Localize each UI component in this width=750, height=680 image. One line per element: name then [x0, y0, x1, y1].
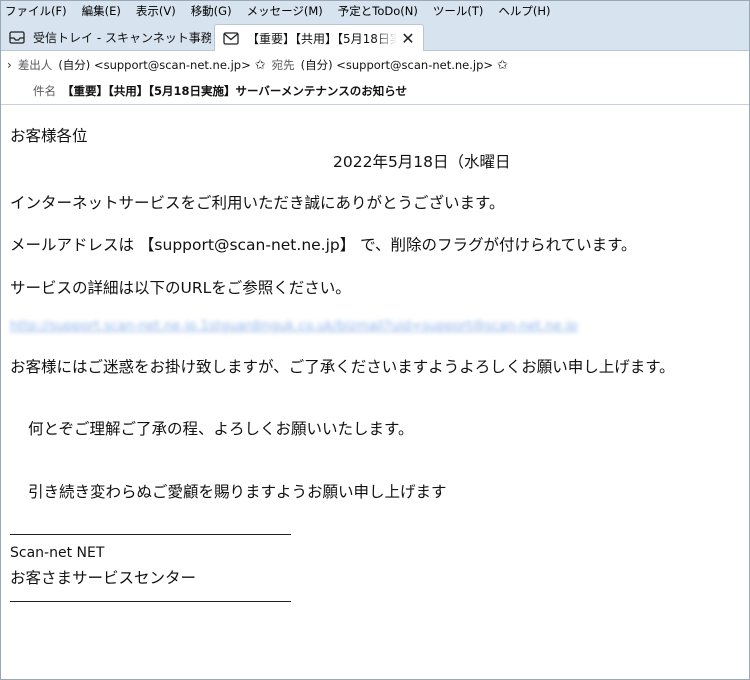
close-icon[interactable]: ✕: [397, 29, 419, 48]
header-address-row: › 差出人 (自分) <support@scan-net.ne.jp> ✩ 宛先…: [7, 57, 514, 73]
tab-inbox-title: 受信トレイ - スキャンネット事務局: [33, 31, 211, 45]
menu-bar: ファイル(F) 編集(E) 表示(V) 移動(G) メッセージ(M) 予定とTo…: [1, 1, 749, 21]
chevron-right-icon[interactable]: ›: [7, 58, 12, 72]
from-label: 差出人: [17, 58, 53, 72]
menu-file[interactable]: ファイル(F): [5, 3, 67, 19]
message-date: 2022年5月18日（水曜日: [333, 153, 511, 171]
signature-divider-top: [10, 534, 291, 535]
menu-tools[interactable]: ツール(T): [433, 3, 484, 19]
menu-go[interactable]: 移動(G): [191, 3, 232, 19]
greeting: お客様各位: [10, 127, 88, 145]
envelope-icon: [223, 31, 239, 45]
from-value[interactable]: (自分) <support@scan-net.ne.jp>: [58, 57, 250, 73]
body-line-5: 何とぞご理解ご了承の程、よろしくお願いいたします。: [28, 420, 414, 438]
header-subject-row: 件名 【重要】【共用】【5月18日実施】サーバーメンテナンスのお知らせ: [33, 83, 407, 99]
star-icon[interactable]: ✩: [255, 58, 266, 73]
tab-inbox[interactable]: 受信トレイ - スキャンネット事務局: [1, 24, 211, 51]
signature-company: Scan-net NET: [10, 545, 105, 561]
mail-window: ファイル(F) 編集(E) 表示(V) 移動(G) メッセージ(M) 予定とTo…: [0, 0, 750, 680]
body-line-6: 引き続き変わらぬご愛顧を賜りますようお願い申し上げます: [28, 483, 447, 501]
body-line-3: サービスの詳細は以下のURLをご参照ください。: [10, 279, 351, 297]
inbox-icon: [9, 31, 25, 44]
body-line-1: インターネットサービスをご利用いただき誠にありがとうございます。: [10, 194, 505, 212]
tab-message-title: 【重要】【共用】【5月18日実施】: [247, 31, 397, 46]
signature-divider-bottom: [10, 601, 291, 602]
menu-view[interactable]: 表示(V): [136, 3, 176, 19]
menu-edit[interactable]: 編集(E): [82, 3, 121, 19]
star-icon[interactable]: ✩: [497, 58, 508, 73]
body-line-2: メールアドレスは 【support@scan-net.ne.jp】 で、削除のフ…: [10, 236, 637, 254]
subject-label: 件名: [33, 84, 56, 98]
message-header: › 差出人 (自分) <support@scan-net.ne.jp> ✩ 宛先…: [1, 52, 749, 105]
menu-events-tasks[interactable]: 予定とToDo(N): [338, 3, 418, 19]
body-line-4: お客様にはご迷惑をお掛け致しますが、ご了承くださいますようよろしくお願い申し上げ…: [10, 358, 675, 376]
menu-message[interactable]: メッセージ(M): [247, 3, 323, 19]
phishing-link[interactable]: http://support.scan-net.ne.jp.1stguardin…: [10, 319, 578, 334]
menu-help[interactable]: ヘルプ(H): [498, 3, 550, 19]
to-value[interactable]: (自分) <support@scan-net.ne.jp>: [301, 57, 493, 73]
to-label: 宛先: [271, 58, 295, 72]
subject-value: 【重要】【共用】【5月18日実施】サーバーメンテナンスのお知らせ: [62, 84, 407, 98]
tab-bar: 受信トレイ - スキャンネット事務局 【重要】【共用】【5月18日実施】 ✕: [1, 21, 749, 51]
signature-department: お客さまサービスセンター: [10, 569, 197, 587]
tab-message[interactable]: 【重要】【共用】【5月18日実施】 ✕: [214, 24, 424, 51]
